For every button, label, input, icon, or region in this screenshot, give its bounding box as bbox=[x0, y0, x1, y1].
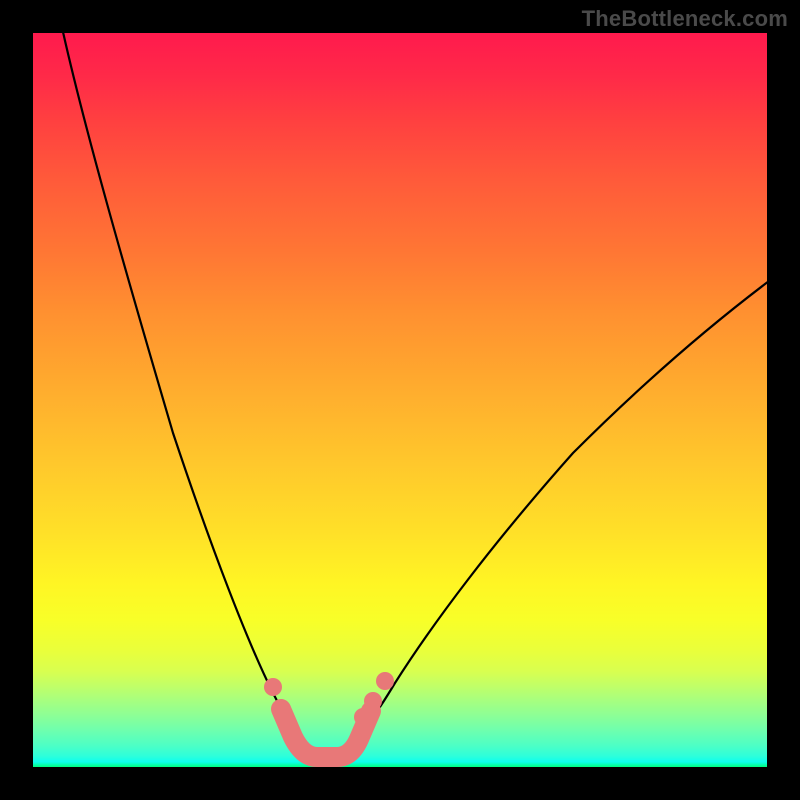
chart-frame: TheBottleneck.com bbox=[0, 0, 800, 800]
highlight-dot-right-3 bbox=[376, 672, 394, 690]
plot-area bbox=[33, 33, 767, 767]
highlight-dot-right-2 bbox=[364, 692, 382, 710]
highlight-dot-right-1 bbox=[354, 708, 372, 726]
watermark-label: TheBottleneck.com bbox=[582, 6, 788, 32]
chart-svg bbox=[33, 33, 767, 767]
highlight-dot-left bbox=[264, 678, 282, 696]
bottleneck-curve bbox=[61, 33, 767, 759]
